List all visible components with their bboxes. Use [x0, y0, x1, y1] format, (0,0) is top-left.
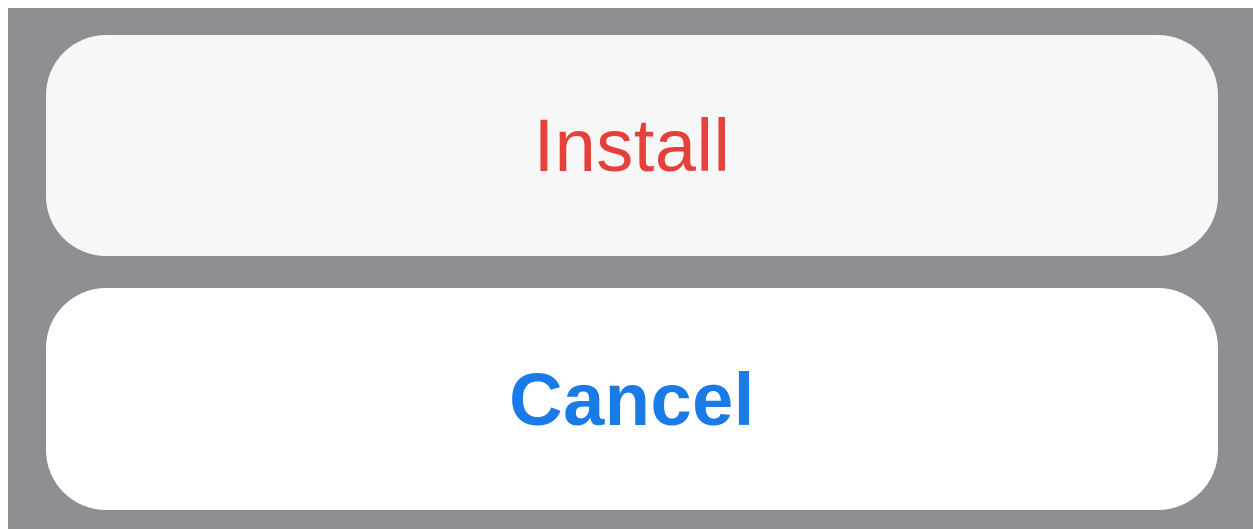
- dimmed-overlay: Install Cancel: [8, 8, 1253, 529]
- install-button[interactable]: Install: [46, 35, 1218, 256]
- install-button-label: Install: [533, 104, 731, 187]
- cancel-button-label: Cancel: [509, 357, 755, 441]
- cancel-button[interactable]: Cancel: [46, 288, 1218, 510]
